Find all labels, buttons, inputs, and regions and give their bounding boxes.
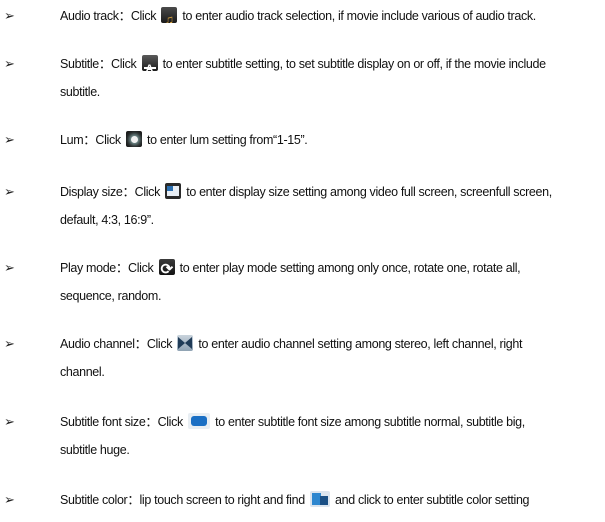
item-text: Lum：Click	[60, 133, 124, 147]
display-size-icon	[165, 183, 182, 199]
lum-icon	[125, 131, 142, 147]
bullet-icon: ➢	[4, 56, 15, 71]
item-text: to enter subtitle setting, to set subtit…	[159, 57, 546, 71]
audio-track-icon	[161, 7, 178, 23]
item-text-continued: subtitle.	[60, 85, 100, 99]
audio-channel-icon	[177, 335, 194, 351]
item-text: to enter audio track selection, if movie…	[179, 9, 536, 23]
item-text: Audio channel：Click	[60, 337, 176, 351]
bullet-icon: ➢	[4, 184, 15, 199]
item-text: Subtitle font size：Click	[60, 415, 187, 429]
item-text-continued: sequence, random.	[60, 289, 162, 303]
item-text: Audio track：Click	[60, 9, 160, 23]
subtitle-font-size-icon	[188, 413, 211, 429]
item-text: to enter lum setting from“1-15”.	[143, 133, 308, 147]
subtitle-icon	[141, 55, 158, 71]
item-text: to enter play mode setting among only on…	[176, 261, 521, 275]
item-text: to enter display size setting among vide…	[183, 185, 552, 199]
item-text-continued: default, 4:3, 16:9”.	[60, 213, 154, 227]
item-text: Subtitle：Click	[60, 57, 140, 71]
item-text: Play mode：Click	[60, 261, 157, 275]
subtitle-color-icon	[309, 491, 330, 507]
item-text-continued: channel.	[60, 365, 105, 379]
bullet-icon: ➢	[4, 492, 15, 507]
item-text: to enter audio channel setting among ste…	[195, 337, 523, 351]
item-text: Subtitle color：lip touch screen to right…	[60, 493, 308, 507]
item-text: to enter subtitle font size among subtit…	[212, 415, 525, 429]
bullet-icon: ➢	[4, 8, 15, 23]
item-text-continued: subtitle huge.	[60, 443, 130, 457]
bullet-icon: ➢	[4, 132, 15, 147]
item-text: Display size：Click	[60, 185, 164, 199]
bullet-icon: ➢	[4, 336, 15, 351]
bullet-icon: ➢	[4, 260, 15, 275]
bullet-icon: ➢	[4, 414, 15, 429]
play-mode-icon	[158, 259, 175, 275]
item-text: and click to enter subtitle color settin…	[331, 493, 530, 507]
